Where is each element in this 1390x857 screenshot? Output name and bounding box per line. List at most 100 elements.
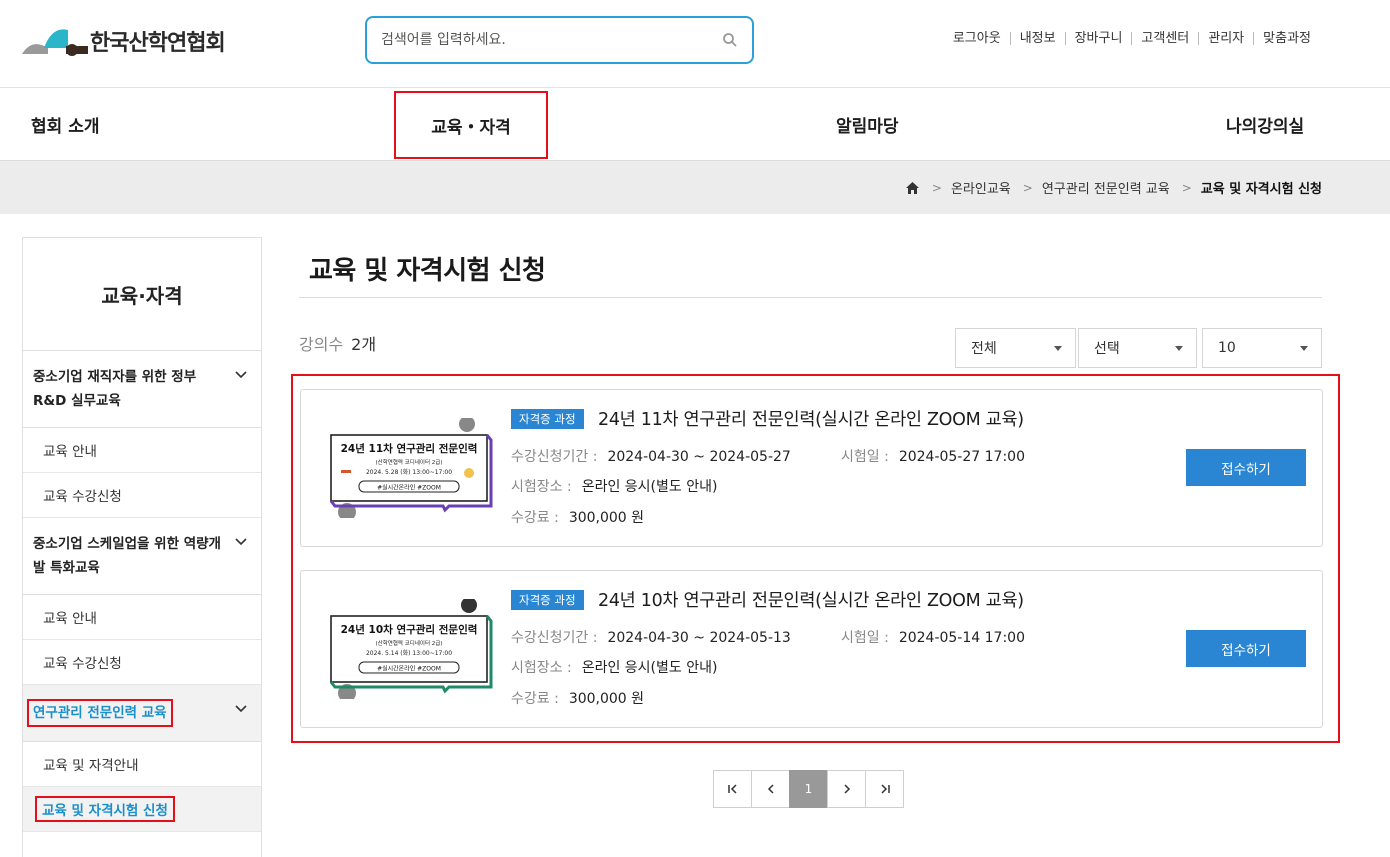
logout-link[interactable]: 로그아웃 xyxy=(944,32,1010,45)
logo-text: 한국산학연협회 xyxy=(90,31,226,56)
breadcrumb-item[interactable]: 온라인교육 xyxy=(951,178,1011,197)
course-fee: 수강료 : 300,000 원 xyxy=(511,688,644,708)
apply-button[interactable]: 접수하기 xyxy=(1186,630,1306,667)
site-header: 한국산학연협회 로그아웃 내정보 장바구니 고객센터 관리자 맞춤과정 xyxy=(0,0,1390,88)
home-icon[interactable] xyxy=(905,181,920,195)
sidebar-category-label: 중소기업 스케일업을 위한 역량개발 특화교육 xyxy=(33,536,221,576)
course-thumbnail[interactable]: 24년 11차 연구관리 전문인력 (산학연협력 코디네이터 2급) 2024.… xyxy=(319,418,497,518)
custom-course-link[interactable]: 맞춤과정 xyxy=(1253,32,1311,45)
search-box[interactable] xyxy=(365,16,754,64)
fee-label: 수강료 : xyxy=(511,691,559,707)
sidebar-item-enroll[interactable]: 교육 수강신청 xyxy=(23,473,261,518)
cart-link[interactable]: 장바구니 xyxy=(1064,32,1132,45)
breadcrumb-item[interactable]: 연구관리 전문인력 교육 xyxy=(1042,178,1170,197)
site-logo[interactable]: 한국산학연협회 xyxy=(22,24,226,58)
course-title[interactable]: 24년 10차 연구관리 전문인력(실시간 온라인 ZOOM 교육) xyxy=(598,587,1024,612)
sidebar-item-guide[interactable]: 교육 안내 xyxy=(23,595,261,640)
caret-down-icon xyxy=(1175,346,1183,351)
sidebar-category-research-mgmt[interactable]: 연구관리 전문인력 교육 xyxy=(23,685,261,742)
last-page-button[interactable] xyxy=(865,770,904,808)
search-icon[interactable] xyxy=(722,32,738,48)
first-page-icon xyxy=(727,784,737,794)
admin-link[interactable]: 관리자 xyxy=(1198,32,1253,45)
pagination: 1 xyxy=(713,770,904,808)
sidebar-item-cert-guide[interactable]: 교육 및 자격안내 xyxy=(23,742,261,787)
logo-mark-icon xyxy=(22,29,88,56)
fee-value: 300,000 원 xyxy=(568,691,645,707)
course-thumbnail[interactable]: 24년 10차 연구관리 전문인력 (산학연협력 코디네이터 2급) 2024.… xyxy=(319,599,497,699)
chevron-left-icon xyxy=(767,784,774,794)
thumb-subtitle: (산학연협력 코디네이터 2급) xyxy=(376,639,443,647)
search-input[interactable] xyxy=(381,32,722,48)
breadcrumb-current: 교육 및 자격시험 신청 xyxy=(1200,182,1322,197)
sidebar-title: 교육·자격 xyxy=(23,238,261,351)
course-badge: 자격증 과정 xyxy=(511,590,584,610)
breadcrumb: > 온라인교육 > 연구관리 전문인력 교육 > 교육 및 자격시험 신청 xyxy=(905,161,1322,214)
location-label: 시험장소 : xyxy=(511,660,572,676)
first-page-button[interactable] xyxy=(713,770,752,808)
course-exam-date: 시험일 : 2024-05-27 17:00 xyxy=(841,446,1025,466)
exam-date-label: 시험일 : xyxy=(841,449,889,465)
chevron-down-icon[interactable] xyxy=(235,705,247,713)
exam-date-value: 2024-05-27 17:00 xyxy=(898,449,1025,465)
period-value: 2024-04-30 ~ 2024-05-27 xyxy=(607,449,791,465)
course-list: 24년 11차 연구관리 전문인력 (산학연협력 코디네이터 2급) 2024.… xyxy=(291,374,1340,743)
main-nav: 협회 소개 교육・자격 알림마당 나의강의실 xyxy=(0,88,1390,161)
course-count-label: 강의수 xyxy=(299,335,344,354)
chevron-down-icon[interactable] xyxy=(235,538,247,546)
thumb-subtitle: (산학연협력 코디네이터 2급) xyxy=(376,458,443,466)
divider xyxy=(299,297,1322,298)
course-count: 강의수 2개 xyxy=(299,331,376,355)
sidebar-category-rnd[interactable]: 중소기업 재직자를 위한 정부 R&D 실무교육 xyxy=(23,351,261,428)
course-period: 수강신청기간 : 2024-04-30 ~ 2024-05-13 xyxy=(511,627,791,647)
sidebar-item-guide[interactable]: 교육 안내 xyxy=(23,428,261,473)
chevron-right-icon: > xyxy=(1181,180,1192,195)
prev-page-button[interactable] xyxy=(751,770,790,808)
sidebar-category-scaleup[interactable]: 중소기업 스케일업을 위한 역량개발 특화교육 xyxy=(23,518,261,595)
course-location: 시험장소 : 온라인 응시(별도 안내) xyxy=(511,476,717,496)
select-value: 10 xyxy=(1218,340,1236,356)
exam-date-value: 2024-05-14 17:00 xyxy=(898,630,1025,646)
nav-education[interactable]: 교육・자격 xyxy=(394,91,548,159)
chevron-right-icon xyxy=(843,784,850,794)
course-title[interactable]: 24년 11차 연구관리 전문인력(실시간 온라인 ZOOM 교육) xyxy=(598,406,1024,431)
nav-my-classroom[interactable]: 나의강의실 xyxy=(1226,88,1304,161)
sidebar-item-enroll[interactable]: 교육 수강신청 xyxy=(23,640,261,685)
thumb-title: 24년 11차 연구관리 전문인력 xyxy=(341,442,478,455)
thumb-title: 24년 10차 연구관리 전문인력 xyxy=(341,623,478,636)
thumb-tag: #실시간온라인 #ZOOM xyxy=(377,484,441,492)
last-page-icon xyxy=(880,784,890,794)
sidebar-category-label: 중소기업 재직자를 위한 정부 R&D 실무교육 xyxy=(33,369,197,409)
apply-button[interactable]: 접수하기 xyxy=(1186,449,1306,486)
period-label: 수강신청기간 : xyxy=(511,449,598,465)
filter-option-select[interactable]: 선택 xyxy=(1078,328,1197,368)
thumb-date: 2024. 5.28 (화) 13:00~17:00 xyxy=(366,469,452,476)
nav-about[interactable]: 협회 소개 xyxy=(31,88,99,161)
page-number-button[interactable]: 1 xyxy=(789,770,828,808)
period-label: 수강신청기간 : xyxy=(511,630,598,646)
select-value: 선택 xyxy=(1094,341,1120,357)
customer-center-link[interactable]: 고객센터 xyxy=(1131,32,1198,45)
chevron-down-icon[interactable] xyxy=(235,371,247,379)
location-label: 시험장소 : xyxy=(511,479,572,495)
filter-category-select[interactable]: 전체 xyxy=(955,328,1076,368)
utility-links: 로그아웃 내정보 장바구니 고객센터 관리자 맞춤과정 xyxy=(944,32,1311,45)
sidebar-item-label: 교육 및 자격시험 신청 xyxy=(35,796,175,822)
course-card: 24년 11차 연구관리 전문인력 (산학연협력 코디네이터 2급) 2024.… xyxy=(300,389,1323,547)
course-exam-date: 시험일 : 2024-05-14 17:00 xyxy=(841,627,1025,647)
nav-notice[interactable]: 알림마당 xyxy=(836,88,899,161)
fee-label: 수강료 : xyxy=(511,510,559,526)
exam-date-label: 시험일 : xyxy=(841,630,889,646)
location-value: 온라인 응시(별도 안내) xyxy=(581,660,718,676)
page-size-select[interactable]: 10 xyxy=(1202,328,1322,368)
period-value: 2024-04-30 ~ 2024-05-13 xyxy=(607,630,791,646)
fee-value: 300,000 원 xyxy=(568,510,645,526)
location-value: 온라인 응시(별도 안내) xyxy=(581,479,718,495)
course-count-value: 2개 xyxy=(351,335,377,354)
my-info-link[interactable]: 내정보 xyxy=(1009,32,1065,45)
course-card: 24년 10차 연구관리 전문인력 (산학연협력 코디네이터 2급) 2024.… xyxy=(300,570,1323,728)
sidebar-category-label: 연구관리 전문인력 교육 xyxy=(27,699,173,727)
sidebar-item-cert-apply[interactable]: 교육 및 자격시험 신청 xyxy=(23,787,261,832)
breadcrumb-bar: > 온라인교육 > 연구관리 전문인력 교육 > 교육 및 자격시험 신청 xyxy=(0,161,1390,214)
next-page-button[interactable] xyxy=(827,770,866,808)
